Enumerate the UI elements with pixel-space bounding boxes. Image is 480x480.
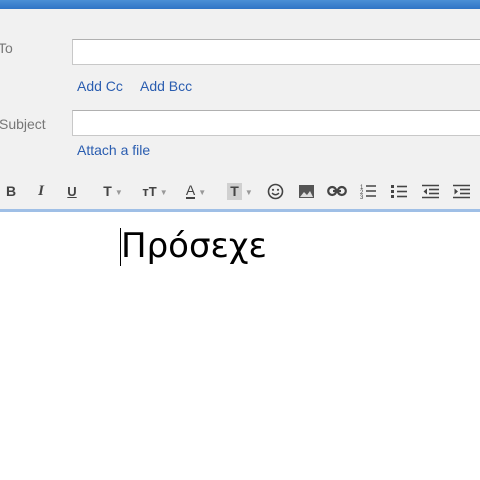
- image-icon: [298, 184, 314, 198]
- text-color-button[interactable]: A ▼: [179, 176, 213, 206]
- message-body-editor[interactable]: Πρόσεχε: [0, 212, 480, 480]
- indent-less-icon: [421, 184, 439, 198]
- underline-icon: U: [67, 183, 77, 199]
- numbered-list-button[interactable]: 1 2 3: [358, 176, 378, 206]
- underline-button[interactable]: U: [63, 176, 81, 206]
- indent-less-button[interactable]: [420, 176, 440, 206]
- insert-image-button[interactable]: [296, 176, 316, 206]
- chevron-down-icon: ▼: [198, 187, 207, 197]
- font-family-button[interactable]: T ▼: [96, 176, 130, 206]
- font-family-icon: T: [103, 183, 112, 199]
- chevron-down-icon: ▼: [114, 187, 123, 197]
- smiley-icon: [267, 183, 283, 199]
- to-field[interactable]: [72, 39, 480, 65]
- window-top-bar: [0, 0, 480, 9]
- to-label: To: [0, 40, 13, 56]
- add-bcc-link[interactable]: Add Bcc: [140, 78, 192, 94]
- chevron-down-icon: ▼: [159, 187, 168, 197]
- bold-icon: B: [5, 183, 17, 199]
- svg-text:3: 3: [360, 195, 364, 199]
- italic-icon: I: [38, 182, 44, 199]
- attach-file-link[interactable]: Attach a file: [77, 142, 150, 158]
- bulleted-list-button[interactable]: [389, 176, 409, 206]
- indent-more-icon: [452, 184, 470, 198]
- subject-label: Subject: [0, 116, 46, 132]
- highlight-color-icon: T: [227, 182, 242, 200]
- emoji-button[interactable]: [265, 176, 285, 206]
- bulleted-list-icon: [390, 185, 407, 198]
- link-icon: [327, 185, 347, 197]
- insert-link-button[interactable]: [325, 176, 349, 206]
- bold-button[interactable]: B: [2, 176, 20, 206]
- text-color-icon: A: [185, 182, 196, 199]
- font-size-icon: тT: [142, 183, 157, 199]
- formatting-toolbar: B I U T ▼ тT ▼ A ▼ T ▼ 1 2 3: [0, 176, 480, 206]
- message-body-text: Πρόσεχε: [121, 226, 267, 266]
- numbered-list-icon: 1 2 3: [360, 185, 376, 199]
- chevron-down-icon: ▼: [244, 187, 253, 197]
- subject-field[interactable]: [72, 110, 480, 136]
- indent-more-button[interactable]: [451, 176, 471, 206]
- font-size-button[interactable]: тT ▼: [138, 176, 172, 206]
- highlight-color-button[interactable]: T ▼: [221, 176, 259, 206]
- italic-button[interactable]: I: [32, 176, 50, 206]
- add-cc-link[interactable]: Add Cc: [77, 78, 123, 94]
